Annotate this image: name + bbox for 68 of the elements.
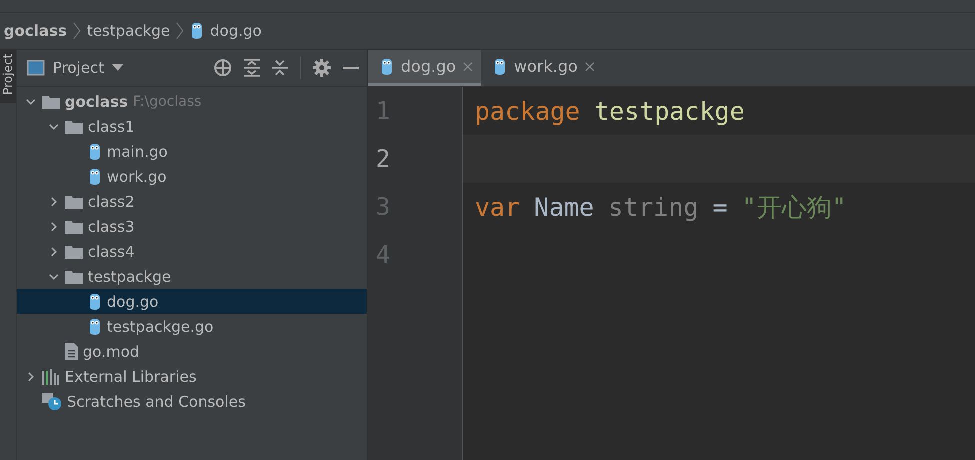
tree-item-label: testpackge.go [107, 318, 214, 336]
tree-item[interactable]: testpackge [17, 264, 367, 289]
settings-icon[interactable] [313, 59, 331, 77]
breadcrumb-item[interactable]: goclass [4, 22, 68, 40]
package-name-text: testpackge [594, 96, 745, 126]
gopher-icon [88, 168, 102, 186]
chevron-separator-icon [176, 22, 184, 40]
folder-icon [65, 244, 83, 258]
scratch-clock-icon [42, 392, 62, 410]
editor-tab[interactable]: work.go [481, 50, 603, 86]
type-name-text: string [608, 192, 699, 222]
tree-item-label: testpackge [88, 268, 172, 286]
tree-item-label: main.go [107, 142, 168, 160]
tree-item-label: class4 [88, 242, 135, 260]
operator-text: = [712, 192, 728, 222]
project-path-text: F:\goclass [133, 94, 202, 110]
tree-item[interactable]: goclass F:\goclass [17, 89, 367, 114]
tree-item[interactable]: class3 [17, 214, 367, 239]
tree-item-label: Scratches and Consoles [67, 392, 246, 410]
tree-item[interactable]: External Libraries [17, 364, 367, 389]
tree-item[interactable]: Scratches and Consoles [17, 389, 367, 414]
breadcrumb-item[interactable]: testpackge [87, 22, 170, 40]
dropdown-caret-icon[interactable] [112, 64, 124, 72]
window-icon [27, 60, 45, 76]
string-literal-text: "开心狗" [742, 192, 847, 224]
gopher-icon [190, 22, 204, 40]
tree-item-label: class2 [88, 192, 135, 210]
collapse-all-icon[interactable] [272, 59, 288, 77]
close-icon[interactable] [584, 62, 595, 72]
gopher-icon [88, 318, 102, 336]
gopher-icon [493, 58, 508, 76]
tree-item-label: work.go [107, 168, 167, 186]
gopher-icon [380, 58, 394, 76]
tree-item-label: class3 [88, 218, 135, 236]
tree-item[interactable]: class1 [17, 114, 367, 139]
breadcrumb-item[interactable]: dog.go [210, 22, 262, 40]
project-side-tab[interactable]: Project [0, 50, 16, 104]
tree-item-label: go.mod [83, 342, 140, 360]
library-icon [42, 368, 60, 384]
folder-icon [65, 194, 83, 208]
tree-item[interactable]: class2 [17, 189, 367, 214]
folder-icon [65, 220, 83, 234]
editor-tab[interactable]: dog.go [368, 50, 482, 86]
chevron-separator-icon [73, 22, 82, 40]
tree-item[interactable]: class4 [17, 239, 367, 264]
tree-item[interactable]: main.go [17, 139, 367, 164]
folder-icon [65, 270, 83, 284]
folder-icon [42, 94, 60, 108]
tree-item[interactable]: go.mod [17, 339, 367, 364]
tree-item-label: class1 [88, 118, 135, 136]
minimize-icon[interactable] [343, 66, 359, 70]
tree-item-label: dog.go [107, 292, 159, 310]
keyword-text: package [475, 96, 580, 126]
keyword-text: var [475, 192, 520, 222]
tree-item[interactable]: testpackge.go [17, 314, 367, 339]
gopher-icon [88, 292, 102, 310]
tree-item[interactable]: work.go [17, 164, 367, 189]
panel-title[interactable]: Project [53, 59, 104, 77]
gopher-icon [88, 142, 102, 160]
folder-icon [65, 120, 83, 134]
locate-icon[interactable] [214, 59, 232, 77]
identifier-text: Name [534, 192, 594, 222]
tree-item-label: goclass [65, 92, 128, 110]
expand-all-icon[interactable] [244, 59, 260, 77]
file-icon [65, 343, 78, 360]
tree-item[interactable]: dog.go [17, 289, 367, 314]
line-number: 2 [376, 145, 390, 173]
tree-item-label: External Libraries [65, 368, 197, 386]
